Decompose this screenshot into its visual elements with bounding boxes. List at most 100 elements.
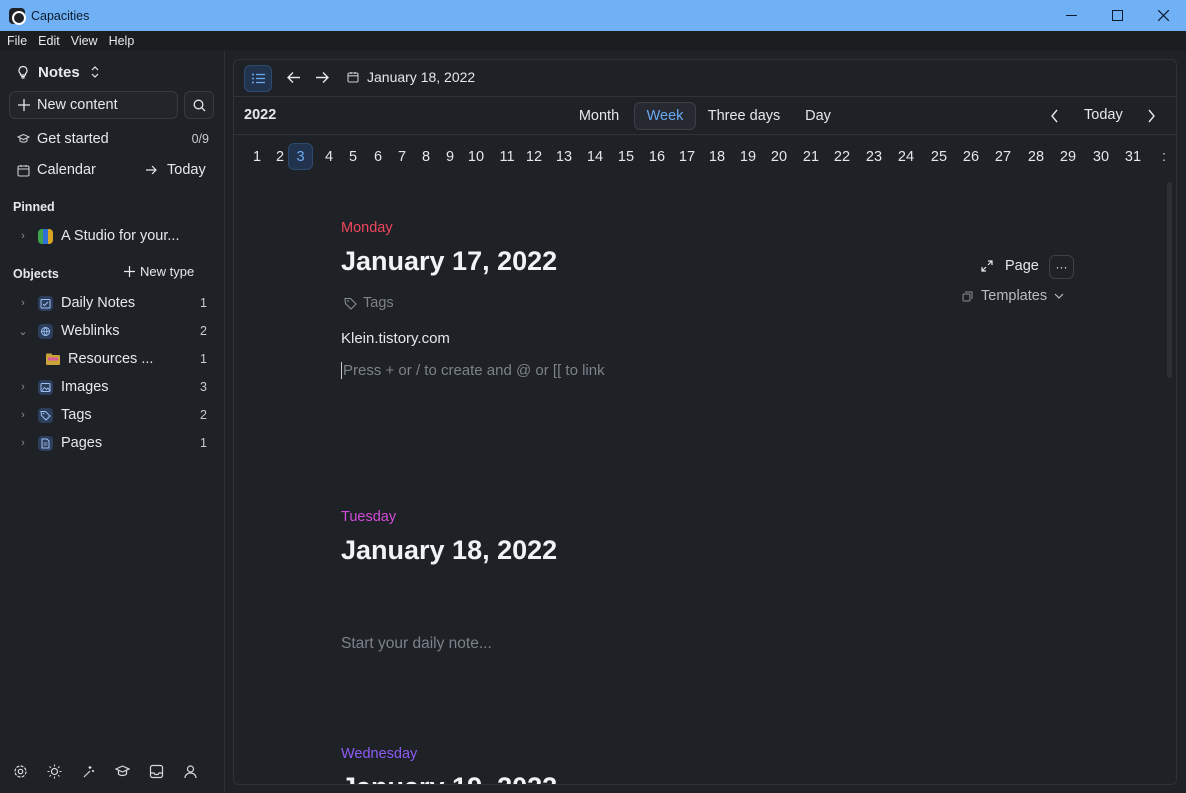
day-number-23[interactable]: 23 bbox=[863, 143, 885, 170]
sparkle-icon[interactable] bbox=[80, 763, 96, 779]
calendar-item[interactable]: Calendar Today bbox=[0, 160, 225, 180]
block-placeholder[interactable]: Press + or / to create and @ or [[ to li… bbox=[341, 362, 605, 379]
day-number-18[interactable]: 18 bbox=[706, 143, 728, 170]
day-number-7[interactable]: 7 bbox=[394, 143, 410, 170]
new-content-label: New content bbox=[37, 97, 118, 113]
chevron-right-icon[interactable]: › bbox=[16, 437, 30, 449]
get-started-item[interactable]: Get started 0/9 bbox=[0, 129, 225, 149]
note-content[interactable]: Klein.tistory.com bbox=[341, 330, 450, 347]
day-number-26[interactable]: 26 bbox=[960, 143, 982, 170]
next-period-button[interactable] bbox=[1147, 109, 1156, 128]
space-switcher[interactable]: Notes bbox=[16, 60, 100, 84]
search-button[interactable] bbox=[184, 91, 214, 119]
object-weblinks[interactable]: ⌄ Weblinks 2 bbox=[0, 321, 225, 341]
weekday-label-monday: Monday bbox=[341, 220, 393, 236]
day-number-1[interactable]: 1 bbox=[249, 143, 265, 170]
tab-three-days[interactable]: Three days bbox=[702, 102, 786, 130]
space-name: Notes bbox=[38, 63, 80, 81]
templates-dropdown[interactable]: Templates bbox=[962, 288, 1064, 304]
day-title-tuesday[interactable]: January 18, 2022 bbox=[341, 535, 557, 566]
day-selector: 1 2 3 4 5 6 7 8 9 10 11 12 13 14 15 16 17 18 19 20 21 22 23 24 2… bbox=[234, 135, 1176, 177]
day-number-30[interactable]: 30 bbox=[1090, 143, 1112, 170]
day-number-12[interactable]: 12 bbox=[523, 143, 545, 170]
pinned-item[interactable]: › A Studio for your... bbox=[0, 226, 225, 246]
theme-sun-icon[interactable] bbox=[46, 763, 62, 779]
user-icon[interactable] bbox=[182, 763, 198, 779]
day-number-29[interactable]: 29 bbox=[1057, 143, 1079, 170]
day-number-8[interactable]: 8 bbox=[418, 143, 434, 170]
daily-note-placeholder[interactable]: Start your daily note... bbox=[341, 635, 492, 653]
day-title-monday[interactable]: January 17, 2022 bbox=[341, 246, 557, 277]
more-options-button[interactable]: ··· bbox=[1049, 255, 1074, 279]
day-number-27[interactable]: 27 bbox=[992, 143, 1014, 170]
day-number-17[interactable]: 17 bbox=[676, 143, 698, 170]
objects-heading: Objects bbox=[13, 267, 59, 281]
day-title-wednesday[interactable]: January 19, 2022 bbox=[341, 772, 557, 784]
day-number-2[interactable]: 2 bbox=[272, 143, 288, 170]
day-number-19[interactable]: 19 bbox=[737, 143, 759, 170]
forward-button[interactable] bbox=[315, 71, 329, 89]
minimize-button[interactable] bbox=[1048, 0, 1094, 31]
open-as-page-button[interactable]: Page bbox=[981, 258, 1039, 274]
pinned-item-label: A Studio for your... bbox=[61, 228, 180, 244]
day-number-6[interactable]: 6 bbox=[370, 143, 386, 170]
tags-label: Tags bbox=[363, 295, 394, 311]
day-number-21[interactable]: 21 bbox=[800, 143, 822, 170]
maximize-button[interactable] bbox=[1094, 0, 1140, 31]
day-number-4[interactable]: 4 bbox=[321, 143, 337, 170]
tab-week[interactable]: Week bbox=[634, 102, 696, 130]
chevron-right-icon[interactable]: › bbox=[16, 297, 30, 309]
tags-field[interactable]: Tags bbox=[344, 295, 394, 311]
chevron-right-icon[interactable]: › bbox=[16, 381, 30, 393]
object-daily-notes[interactable]: › Daily Notes 1 bbox=[0, 293, 225, 313]
previous-period-button[interactable] bbox=[1050, 109, 1059, 128]
calendar-today-link[interactable]: Today bbox=[145, 162, 206, 178]
inbox-icon[interactable] bbox=[148, 763, 164, 779]
object-label: Daily Notes bbox=[61, 295, 136, 311]
weekday-label-wednesday: Wednesday bbox=[341, 746, 418, 762]
chevron-right-icon[interactable]: › bbox=[16, 409, 30, 421]
day-number-28[interactable]: 28 bbox=[1025, 143, 1047, 170]
day-number-22[interactable]: 22 bbox=[831, 143, 853, 170]
tab-day[interactable]: Day bbox=[800, 102, 836, 130]
day-number-16[interactable]: 16 bbox=[646, 143, 668, 170]
current-date-label: January 18, 2022 bbox=[367, 69, 476, 85]
object-tags[interactable]: › Tags 2 bbox=[0, 405, 225, 425]
close-button[interactable] bbox=[1140, 0, 1186, 31]
menu-help[interactable]: Help bbox=[109, 34, 135, 48]
day-number-20[interactable]: 20 bbox=[768, 143, 790, 170]
day-number-13[interactable]: 13 bbox=[553, 143, 575, 170]
day-number-31[interactable]: 31 bbox=[1122, 143, 1144, 170]
day-number-14[interactable]: 14 bbox=[584, 143, 606, 170]
new-content-button[interactable]: New content bbox=[9, 91, 178, 119]
list-view-button[interactable] bbox=[244, 65, 272, 92]
back-button[interactable] bbox=[287, 71, 301, 89]
menu-view[interactable]: View bbox=[71, 34, 98, 48]
settings-gear-icon[interactable] bbox=[12, 763, 28, 779]
arrow-right-icon bbox=[316, 72, 329, 83]
day-number-11[interactable]: 11 bbox=[496, 143, 518, 170]
menu-edit[interactable]: Edit bbox=[38, 34, 60, 48]
object-images[interactable]: › Images 3 bbox=[0, 377, 225, 397]
day-number-9[interactable]: 9 bbox=[442, 143, 458, 170]
capacities-logo-icon bbox=[9, 7, 26, 25]
day-number-24[interactable]: 24 bbox=[895, 143, 917, 170]
graduation-cap-icon[interactable] bbox=[114, 763, 130, 779]
today-button[interactable]: Today bbox=[1084, 107, 1123, 123]
chevron-right-icon[interactable]: › bbox=[16, 230, 30, 242]
object-pages[interactable]: › Pages 1 bbox=[0, 433, 225, 453]
day-number-5[interactable]: 5 bbox=[345, 143, 361, 170]
day-number-3[interactable]: 3 bbox=[288, 143, 313, 170]
day-number-15[interactable]: 15 bbox=[615, 143, 637, 170]
day-number-10[interactable]: 10 bbox=[465, 143, 487, 170]
menu-file[interactable]: File bbox=[7, 34, 27, 48]
vertical-scrollbar[interactable] bbox=[1167, 182, 1172, 378]
chevron-down-icon[interactable]: ⌄ bbox=[16, 325, 30, 338]
search-icon bbox=[193, 99, 205, 111]
new-type-button[interactable]: New type bbox=[124, 264, 194, 279]
object-resources[interactable]: Resources ... 1 bbox=[0, 349, 225, 369]
tab-month[interactable]: Month bbox=[572, 102, 626, 130]
day-number-25[interactable]: 25 bbox=[928, 143, 950, 170]
current-date-display[interactable]: January 18, 2022 bbox=[347, 69, 475, 85]
templates-label: Templates bbox=[981, 288, 1048, 304]
